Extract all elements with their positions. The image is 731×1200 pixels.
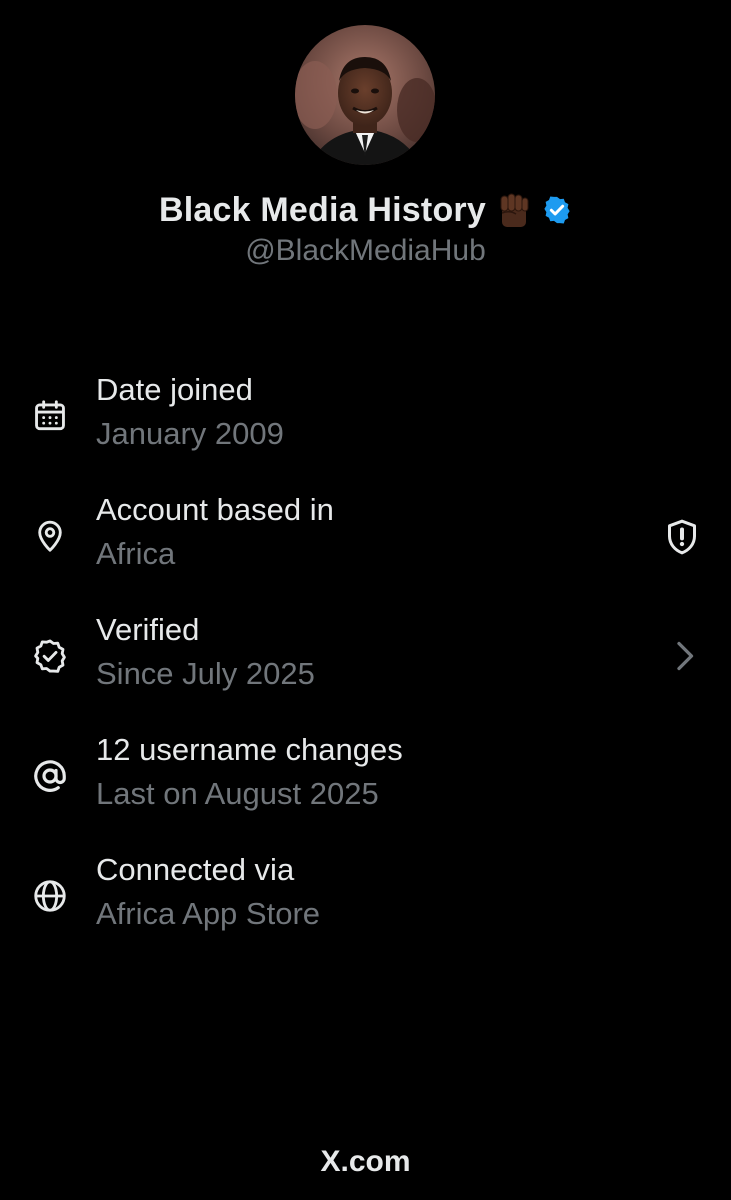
profile-handle: @BlackMediaHub <box>245 234 486 267</box>
info-row-username-changes: 12 username changes Last on August 2025 <box>0 732 731 822</box>
date-joined-label: Date joined <box>96 372 253 407</box>
username-changes-value: Last on August 2025 <box>96 776 379 811</box>
verified-label: Verified <box>96 612 200 647</box>
connected-via-value: Africa App Store <box>96 896 321 931</box>
avatar[interactable] <box>295 25 435 165</box>
info-row-verified[interactable]: Verified Since July 2025 <box>0 612 731 702</box>
connected-via-label: Connected via <box>96 852 295 887</box>
profile-name-row: Black Media History <box>0 186 731 234</box>
info-row-connected-via: Connected via Africa App Store <box>0 852 731 942</box>
globe-icon <box>31 877 69 915</box>
chevron-right-icon[interactable] <box>664 636 704 676</box>
username-changes-label: 12 username changes <box>96 732 403 767</box>
at-sign-icon <box>31 757 69 795</box>
info-row-account-based-in: Account based in Africa <box>0 492 731 582</box>
raised-fist-icon <box>496 191 532 229</box>
account-based-in-value: Africa <box>96 536 176 571</box>
footer-brand: X.com <box>320 1145 411 1178</box>
account-based-in-label: Account based in <box>96 492 334 527</box>
verified-value: Since July 2025 <box>96 656 315 691</box>
info-row-date-joined: Date joined January 2009 <box>0 372 731 462</box>
verified-badge-icon[interactable] <box>542 195 572 225</box>
calendar-icon <box>31 397 69 435</box>
display-name: Black Media History <box>159 190 486 229</box>
location-pin-icon <box>31 517 69 555</box>
shield-alert-icon[interactable] <box>662 517 702 557</box>
date-joined-value: January 2009 <box>96 416 284 451</box>
verified-check-icon <box>31 637 69 675</box>
profile-photo <box>295 25 435 165</box>
